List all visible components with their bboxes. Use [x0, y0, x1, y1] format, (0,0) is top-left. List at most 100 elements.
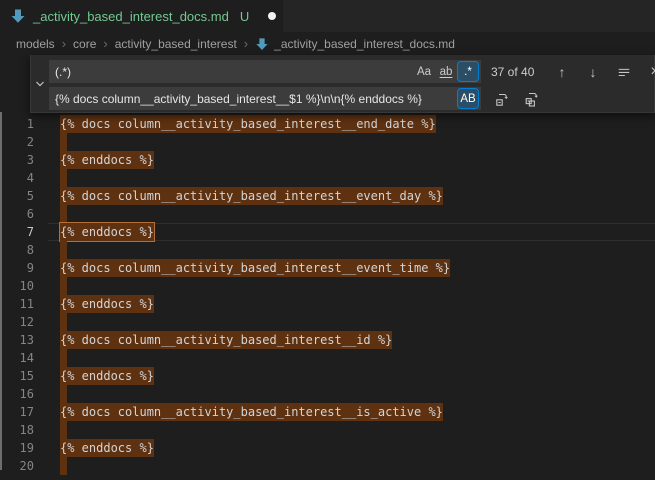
match-case-button[interactable]: Aa: [414, 62, 434, 81]
line-text search-match[interactable]: {% docs column__activity_based_interest_…: [60, 115, 436, 133]
line-number[interactable]: 3: [0, 151, 48, 169]
previous-match-button[interactable]: ↑: [553, 63, 571, 81]
tab-title: _activity_based_interest_docs.md: [33, 9, 229, 24]
breadcrumb-item-models[interactable]: models: [16, 37, 55, 51]
line-content[interactable]: {% docs column__activity_based_interest_…: [48, 403, 655, 421]
line-content[interactable]: {% enddocs %}: [48, 439, 655, 457]
line-content[interactable]: [48, 241, 655, 259]
toggle-replace-button[interactable]: [31, 55, 49, 112]
line-content[interactable]: [48, 421, 655, 439]
line-text search-match[interactable]: [60, 241, 67, 259]
line-number[interactable]: 16: [0, 385, 48, 403]
editor[interactable]: 1 {% docs column__activity_based_interes…: [0, 55, 655, 470]
line-content[interactable]: [48, 205, 655, 223]
line-text search-match[interactable]: {% enddocs %}: [60, 439, 154, 457]
line-number[interactable]: 13: [0, 331, 48, 349]
regex-button[interactable]: .*: [458, 62, 478, 81]
editor-line: 1 {% docs column__activity_based_interes…: [0, 115, 655, 133]
markdown-icon: [10, 8, 26, 24]
preserve-case-button[interactable]: AB: [458, 89, 478, 108]
line-number[interactable]: 11: [0, 295, 48, 313]
line-text search-match[interactable]: [60, 349, 67, 367]
line-content[interactable]: {% enddocs %}: [48, 367, 655, 385]
line-content[interactable]: {% docs column__activity_based_interest_…: [48, 187, 655, 205]
line-number[interactable]: 5: [0, 187, 48, 205]
breadcrumb-file-label: _activity_based_interest_docs.md: [274, 37, 455, 51]
line-content[interactable]: [48, 457, 655, 475]
line-content[interactable]: {% docs column__activity_based_interest_…: [48, 331, 655, 349]
next-match-button[interactable]: ↓: [584, 63, 602, 81]
line-number[interactable]: 4: [0, 169, 48, 187]
line-number[interactable]: 14: [0, 349, 48, 367]
breadcrumb-item-file[interactable]: _activity_based_interest_docs.md: [255, 37, 455, 51]
line-text search-match[interactable]: [60, 313, 67, 331]
line-number[interactable]: 17: [0, 403, 48, 421]
line-number[interactable]: 8: [0, 241, 48, 259]
line-content[interactable]: {% enddocs %}: [48, 295, 655, 313]
line-number[interactable]: 12: [0, 313, 48, 331]
editor-line: 17 {% docs column__activity_based_intere…: [0, 403, 655, 421]
line-text search-match[interactable]: [60, 169, 67, 187]
editor-line: 14: [0, 349, 655, 367]
line-text search-match[interactable]: [60, 205, 67, 223]
line-content[interactable]: {% enddocs %}: [48, 151, 655, 169]
modified-dot-icon[interactable]: [268, 12, 276, 20]
line-content[interactable]: [48, 277, 655, 295]
results-count: 37 of 40: [491, 65, 553, 79]
line-content[interactable]: [48, 349, 655, 367]
line-number[interactable]: 19: [0, 439, 48, 457]
line-number[interactable]: 18: [0, 421, 48, 439]
line-text search-match[interactable]: {% enddocs %}: [60, 367, 154, 385]
line-text search-match[interactable]: [60, 133, 67, 151]
line-content[interactable]: {% docs column__activity_based_interest_…: [48, 259, 655, 277]
arrow-up-icon: ↑: [559, 64, 566, 80]
line-text search-match[interactable]: [60, 457, 67, 475]
line-text search-match[interactable]: {% docs column__activity_based_interest_…: [60, 331, 392, 349]
replace-all-button[interactable]: [523, 90, 541, 108]
line-number[interactable]: 1: [0, 115, 48, 133]
replace-button[interactable]: [493, 90, 511, 108]
line-number[interactable]: 15: [0, 367, 48, 385]
line-text search-match[interactable]: {% enddocs %}: [60, 295, 154, 313]
line-text search-match[interactable]: {% docs column__activity_based_interest_…: [60, 403, 443, 421]
line-text search-match[interactable]: {% enddocs %}: [60, 223, 154, 241]
line-text search-match[interactable]: [60, 385, 67, 403]
line-text search-match[interactable]: [60, 421, 67, 439]
editor-lines: 1 {% docs column__activity_based_interes…: [0, 115, 655, 475]
breadcrumb-separator: ›: [103, 36, 107, 51]
line-content[interactable]: [48, 385, 655, 403]
line-text search-match[interactable]: [60, 277, 67, 295]
line-number[interactable]: 20: [0, 457, 48, 475]
find-in-selection-button[interactable]: [615, 63, 633, 81]
arrow-down-icon: ↓: [590, 64, 597, 80]
line-number[interactable]: 6: [0, 205, 48, 223]
breadcrumb-item-core[interactable]: core: [73, 37, 96, 51]
close-button[interactable]: ×: [646, 63, 655, 81]
editor-line: 4: [0, 169, 655, 187]
git-status-badge: U: [240, 9, 249, 24]
editor-line: 9 {% docs column__activity_based_interes…: [0, 259, 655, 277]
line-text search-match[interactable]: {% docs column__activity_based_interest_…: [60, 259, 450, 277]
line-content[interactable]: [48, 169, 655, 187]
replace-input[interactable]: [49, 87, 481, 110]
line-number[interactable]: 9: [0, 259, 48, 277]
tab-file[interactable]: _activity_based_interest_docs.md U: [0, 0, 283, 32]
breadcrumb-separator: ›: [62, 36, 66, 51]
line-text search-match[interactable]: {% docs column__activity_based_interest_…: [60, 187, 443, 205]
line-text search-match[interactable]: {% enddocs %}: [60, 151, 154, 169]
editor-line: 10: [0, 277, 655, 295]
line-number[interactable]: 2: [0, 133, 48, 151]
line-number[interactable]: 10: [0, 277, 48, 295]
line-number[interactable]: 7: [0, 223, 48, 241]
line-content[interactable]: [48, 133, 655, 151]
editor-line: 16: [0, 385, 655, 403]
selection-icon: [617, 65, 631, 79]
editor-line: 13 {% docs column__activity_based_intere…: [0, 331, 655, 349]
editor-line: 6: [0, 205, 655, 223]
line-content[interactable]: [48, 313, 655, 331]
line-content[interactable]: {% docs column__activity_based_interest_…: [48, 115, 655, 133]
tab-bar: _activity_based_interest_docs.md U: [0, 0, 655, 32]
line-content[interactable]: {% enddocs %}: [48, 223, 655, 241]
whole-word-button[interactable]: ab: [436, 62, 456, 81]
breadcrumb-item-activity-based-interest[interactable]: activity_based_interest: [115, 37, 237, 51]
